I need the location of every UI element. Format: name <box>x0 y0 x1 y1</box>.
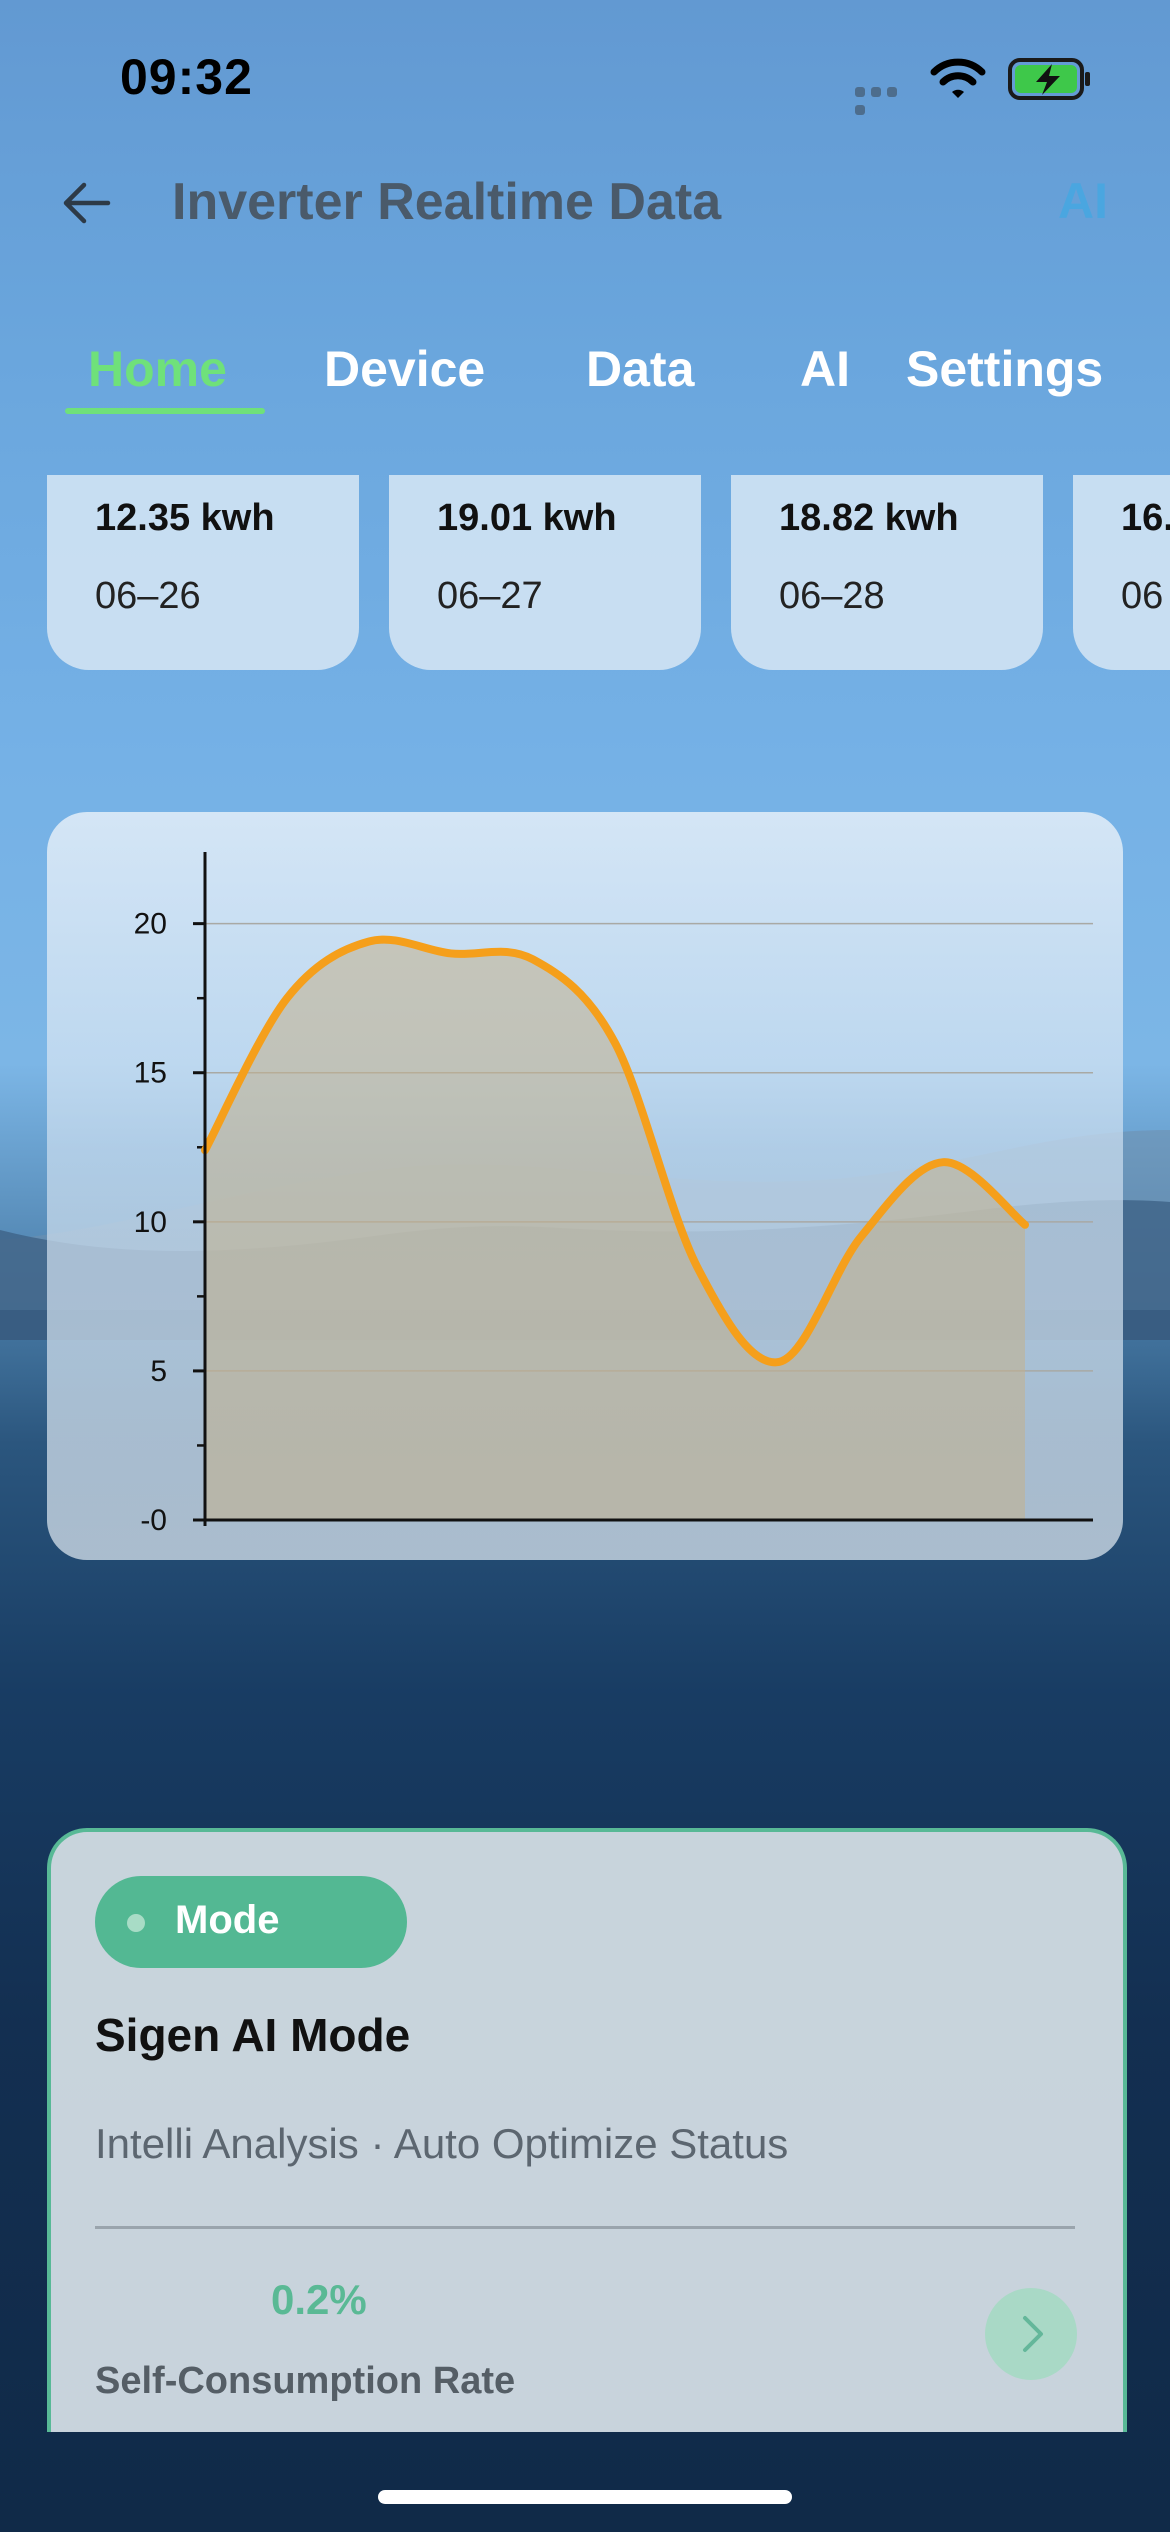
mode-badge-label: Mode <box>175 1898 280 1942</box>
tab-home[interactable]: Home <box>88 340 227 398</box>
daily-energy-card[interactable]: 19.01 kwh 06–27 <box>389 475 701 670</box>
y-tick-label: 10 <box>134 1206 167 1239</box>
ai-link[interactable]: AI <box>1058 172 1108 230</box>
ai-mode-card[interactable]: Mode Sigen AI Mode Intelli Analysis · Au… <box>47 1828 1127 2432</box>
y-tick-label: -0 <box>140 1504 167 1537</box>
daily-energy-card[interactable]: 12.35 kwh 06–26 <box>47 475 359 670</box>
cellular-signal-icon <box>855 84 917 115</box>
chevron-right-icon <box>1023 2316 1043 2352</box>
daily-energy-card[interactable]: 18.82 kwh 06–28 <box>731 475 1043 670</box>
y-tick-label: 20 <box>134 908 167 941</box>
tab-data[interactable]: Data <box>586 340 694 398</box>
chart-area-fill <box>205 939 1025 1520</box>
mode-detail-button[interactable] <box>985 2288 1077 2380</box>
wifi-icon <box>930 58 986 98</box>
daily-energy-date: 06–27 <box>437 575 543 617</box>
daily-energy-value: 18.82 kwh <box>779 497 959 539</box>
daily-energy-card[interactable]: 16. 06 <box>1073 475 1170 670</box>
mode-subtitle: Intelli Analysis · Auto Optimize Status <box>95 2120 789 2167</box>
energy-chart: -0 5 10 15 20 <box>134 852 1093 1537</box>
page-title: Inverter Realtime Data <box>172 173 722 231</box>
self-consumption-rate-label: Self-Consumption Rate <box>95 2360 516 2402</box>
status-time: 09:32 <box>120 49 253 105</box>
daily-energy-list: 12.35 kwh 06–26 19.01 kwh 06–27 18.82 kw… <box>0 475 1170 675</box>
tab-device[interactable]: Device <box>324 340 485 398</box>
daily-energy-date: 06–26 <box>95 575 201 617</box>
y-tick-label: 15 <box>134 1057 167 1090</box>
battery-charging-icon <box>1008 58 1090 100</box>
daily-energy-date: 06 <box>1121 575 1164 617</box>
daily-energy-value: 16. <box>1121 497 1170 539</box>
mode-dot-icon <box>127 1914 145 1932</box>
energy-chart-card: -0 5 10 15 20 <box>47 812 1123 1560</box>
tab-bar: Home Device Data AI Settings <box>0 330 1170 420</box>
status-bar: 09:32 <box>0 0 1170 150</box>
tab-settings[interactable]: Settings <box>906 340 1103 398</box>
tab-ai[interactable]: AI <box>800 340 850 398</box>
divider <box>95 2226 1075 2229</box>
y-tick-label: 5 <box>150 1355 167 1388</box>
home-indicator <box>378 2490 792 2504</box>
back-arrow-icon[interactable] <box>60 176 114 230</box>
daily-energy-value: 12.35 kwh <box>95 497 275 539</box>
self-consumption-rate-value: 0.2% <box>271 2276 367 2323</box>
mode-title: Sigen AI Mode <box>95 2009 411 2061</box>
active-tab-indicator <box>65 408 265 414</box>
daily-energy-date: 06–28 <box>779 575 885 617</box>
mode-badge: Mode <box>95 1876 407 1968</box>
daily-energy-value: 19.01 kwh <box>437 497 617 539</box>
